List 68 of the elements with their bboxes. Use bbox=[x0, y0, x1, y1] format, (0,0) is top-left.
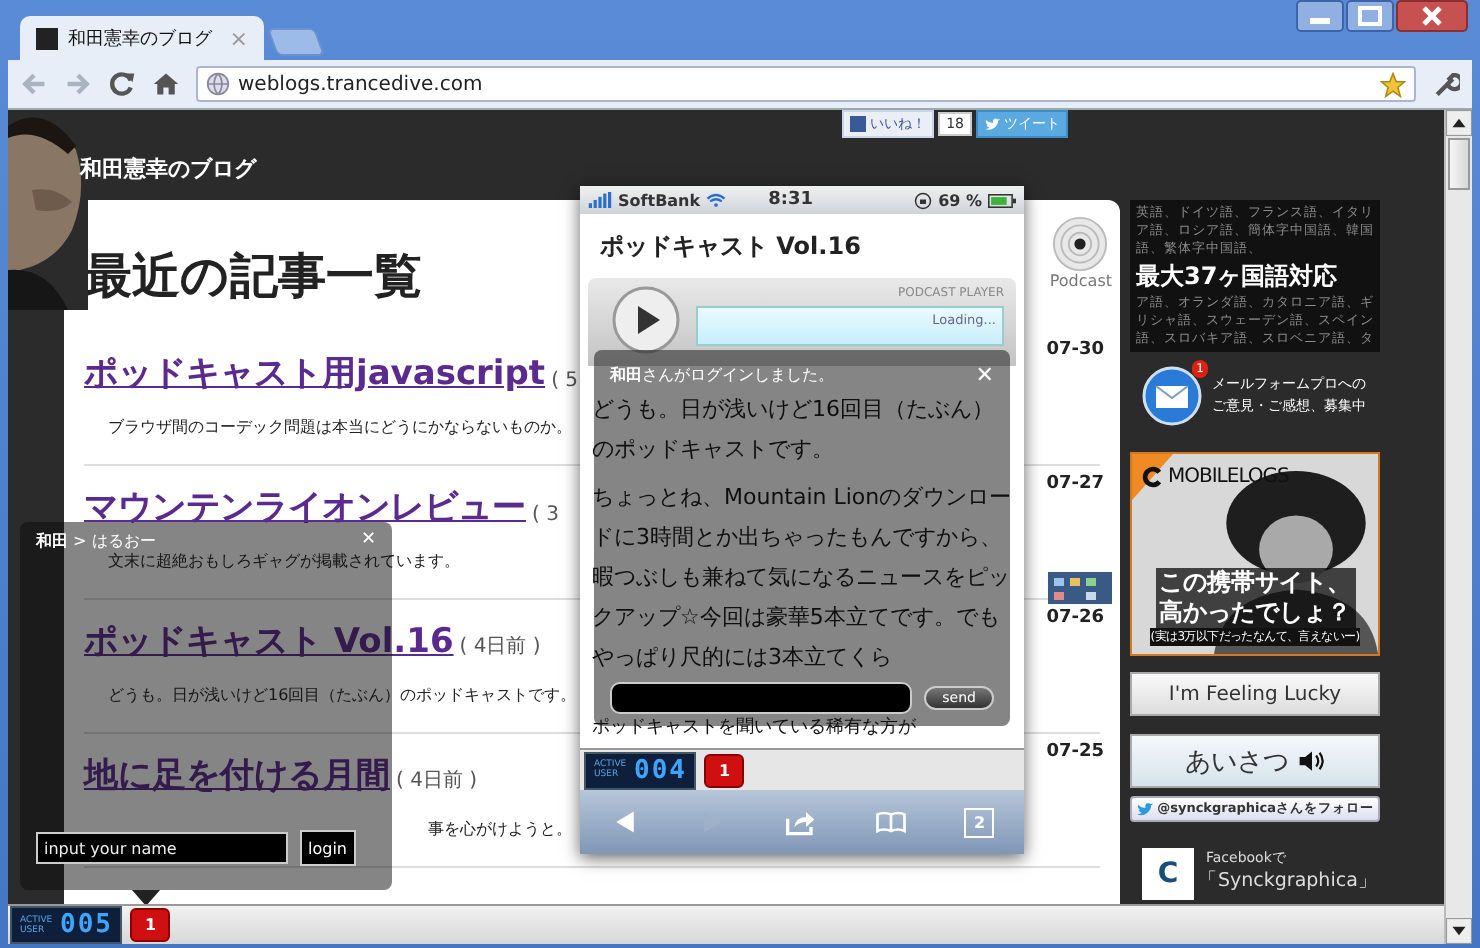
scrollbar[interactable] bbox=[1444, 110, 1472, 944]
favicon-icon bbox=[36, 27, 58, 49]
chat-path: 和田 > はるおー bbox=[36, 531, 156, 549]
carrier-name: SoftBank bbox=[618, 191, 701, 209]
page-logo: C bbox=[1142, 848, 1194, 900]
greeting-button[interactable]: あいさつ bbox=[1130, 734, 1380, 788]
scroll-up-icon[interactable] bbox=[1446, 110, 1472, 136]
chat-badge[interactable]: 1 bbox=[704, 753, 745, 787]
reload-icon[interactable] bbox=[108, 70, 136, 98]
wifi-icon bbox=[706, 192, 727, 208]
podcast-icon bbox=[1052, 216, 1109, 272]
speaker-icon bbox=[1297, 750, 1325, 772]
browser-tab[interactable]: 和田憲幸のブログ × bbox=[20, 16, 264, 60]
active-user-count: 004 bbox=[634, 755, 687, 785]
bird-icon bbox=[984, 117, 1000, 131]
logo-icon bbox=[1142, 466, 1164, 488]
banner-headline: 高かったでしょ？ bbox=[1155, 598, 1355, 628]
address-field[interactable]: weblogs.trancedive.com bbox=[196, 66, 1416, 102]
play-icon[interactable] bbox=[612, 286, 680, 354]
podcast-label: Podcast bbox=[1049, 272, 1112, 290]
article-date: 07-27 bbox=[1046, 474, 1104, 494]
active-user-count: 005 bbox=[60, 910, 113, 940]
article-age: ( 4日前 ) bbox=[459, 634, 541, 660]
chat-badge[interactable]: 1 bbox=[130, 908, 171, 942]
phone-page-title: ポッドキャスト Vol.16 bbox=[598, 229, 863, 263]
battery-level: 69 % bbox=[938, 191, 982, 209]
article-excerpt: どうも。日が浅いけど16回目（たぶん）のポッドキャストです。 bbox=[108, 684, 577, 706]
close-button[interactable]: ✕ bbox=[360, 531, 376, 549]
article-excerpt: 事を心がけようと。 bbox=[428, 818, 572, 840]
scroll-thumb[interactable] bbox=[1448, 138, 1470, 190]
status-time: 8:31 bbox=[768, 190, 813, 210]
login-message: 和田さんがログインしました。 bbox=[610, 364, 834, 386]
minimize-icon[interactable] bbox=[1296, 0, 1344, 32]
facebook-page-link[interactable]: 「Synckgraphica」 bbox=[1198, 868, 1378, 894]
maximize-icon[interactable] bbox=[1346, 0, 1394, 32]
article-age: ( 3 bbox=[532, 504, 559, 526]
languages-headline: 最大37ヶ国語対応 bbox=[1136, 260, 1340, 292]
page-heading: 最近の記事一覧 bbox=[84, 246, 422, 308]
article-date: 07-25 bbox=[1046, 742, 1104, 762]
close-icon[interactable] bbox=[1396, 0, 1468, 32]
article-date: 07-26 bbox=[1046, 608, 1104, 628]
login-button[interactable]: login bbox=[300, 830, 355, 866]
wrench-icon[interactable] bbox=[1432, 70, 1460, 98]
mail-icon[interactable] bbox=[1142, 366, 1202, 426]
rotation-lock-icon bbox=[914, 191, 933, 209]
battery-icon bbox=[988, 193, 1016, 207]
article-link[interactable]: ポッドキャスト Vol.16 bbox=[84, 618, 454, 664]
close-button[interactable]: ✕ bbox=[975, 362, 994, 388]
article-link[interactable]: マウンテンライオンレビュー bbox=[84, 484, 526, 530]
signal-icon bbox=[588, 192, 612, 208]
banner-headline: この携帯サイト、 bbox=[1155, 568, 1355, 598]
site-title: 和田憲幸のブログ bbox=[80, 154, 256, 184]
globe-icon bbox=[206, 72, 230, 96]
facebook-icon bbox=[850, 116, 867, 132]
article-age: ( 5 bbox=[551, 370, 579, 392]
article-excerpt: ブラウザ間のコーデック問題は本当にどうにかならないものか。 bbox=[108, 416, 572, 438]
scroll-down-icon[interactable] bbox=[1446, 918, 1472, 944]
article-date: 07-30 bbox=[1046, 340, 1104, 360]
name-input[interactable]: input your name bbox=[36, 832, 288, 864]
message-input[interactable] bbox=[610, 682, 913, 714]
article-age: ( 4日前 ) bbox=[396, 768, 478, 794]
home-icon[interactable] bbox=[152, 70, 180, 98]
star-icon[interactable] bbox=[1380, 71, 1406, 97]
feeling-lucky-button[interactable]: I'm Feeling Lucky bbox=[1130, 672, 1380, 716]
bird-icon bbox=[1136, 801, 1154, 817]
post-paragraph: ポッドキャストを聞いている稀有な方が bbox=[592, 718, 916, 740]
article-link[interactable]: ポッドキャスト用javascript bbox=[84, 350, 546, 396]
article-link[interactable]: 地に足を付ける月間 bbox=[84, 752, 390, 798]
